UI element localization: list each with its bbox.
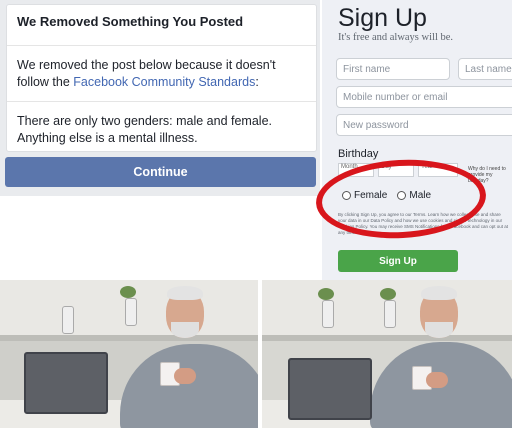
birthday-label: Birthday xyxy=(338,148,379,160)
plant-icon xyxy=(380,288,396,300)
password-field[interactable]: New password xyxy=(336,114,512,136)
notice-title: We Removed Something You Posted xyxy=(17,14,244,29)
community-standards-link[interactable]: Facebook Community Standards xyxy=(73,75,255,89)
vase-icon xyxy=(384,300,396,328)
plant-icon xyxy=(318,288,334,300)
removed-post-card: We Removed Something You Posted We remov… xyxy=(6,4,317,152)
mobile-email-field[interactable]: Mobile number or email xyxy=(336,86,512,108)
hand xyxy=(174,368,196,384)
divider xyxy=(7,101,316,102)
hand xyxy=(426,372,448,388)
removed-post-panel: We Removed Something You Posted We remov… xyxy=(0,0,320,196)
signup-subtitle: It's free and always will be. xyxy=(338,32,454,43)
man-beard xyxy=(425,322,453,338)
signup-button[interactable]: Sign Up xyxy=(338,250,458,272)
removed-post-text: There are only two genders: male and fem… xyxy=(17,113,307,147)
laptop-icon xyxy=(288,358,372,420)
vase-icon xyxy=(125,298,137,326)
notice-body: We removed the post below because it doe… xyxy=(17,57,307,91)
last-name-field[interactable]: Last name xyxy=(458,58,512,80)
signup-title: Sign Up xyxy=(338,4,427,32)
continue-button[interactable]: Continue xyxy=(5,157,316,187)
man-body xyxy=(120,344,258,428)
first-name-field[interactable]: First name xyxy=(336,58,450,80)
vase-icon xyxy=(322,300,334,328)
shelf xyxy=(0,335,258,341)
post-line-2: Anything else is a mental illness. xyxy=(17,131,198,145)
meme-photo-left xyxy=(0,280,258,428)
vase-icon xyxy=(62,306,74,334)
plant-icon xyxy=(120,286,136,298)
divider xyxy=(7,45,316,46)
post-line-1: There are only two genders: male and fem… xyxy=(17,114,272,128)
signup-panel: Sign Up It's free and always will be. Fi… xyxy=(322,0,512,280)
shelf xyxy=(262,335,512,341)
man-hair xyxy=(421,286,457,300)
meme-photo-right xyxy=(262,280,512,428)
laptop-icon xyxy=(24,352,108,414)
man-beard xyxy=(171,322,199,338)
man-hair xyxy=(167,286,203,300)
notice-body-suffix: : xyxy=(255,75,259,89)
